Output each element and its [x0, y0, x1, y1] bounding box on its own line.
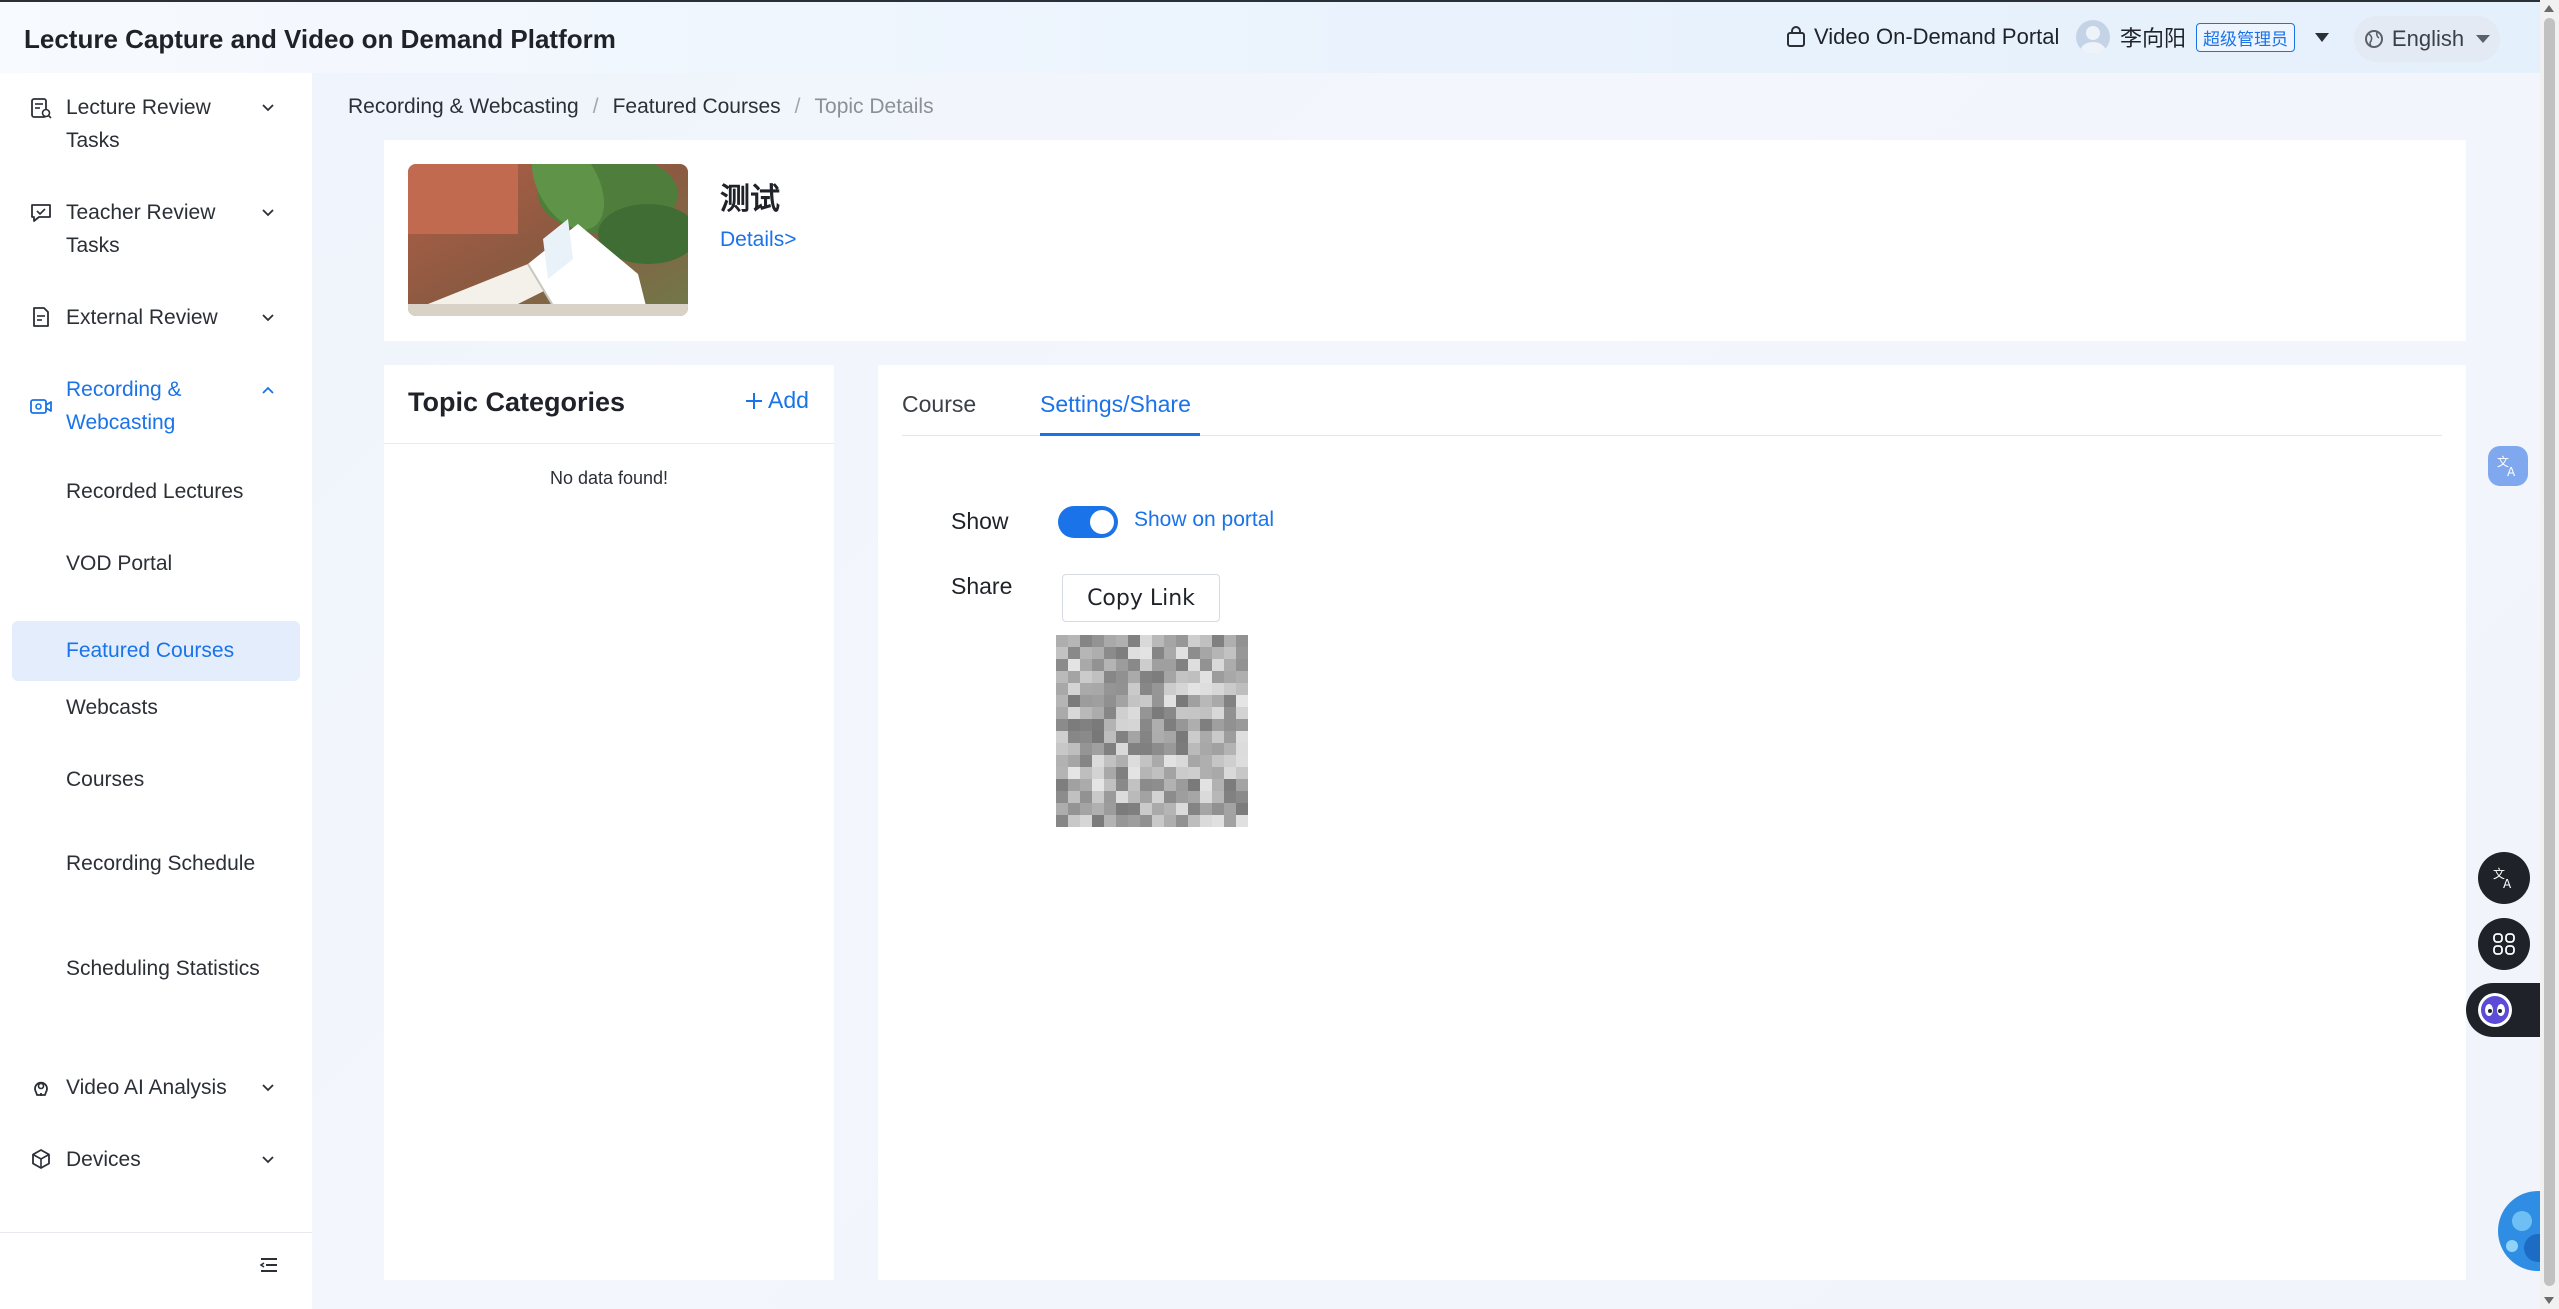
- user-dropdown-caret-icon[interactable]: [2315, 32, 2330, 42]
- ai-assistant-button[interactable]: [2466, 983, 2540, 1037]
- sidebar-subitem-label: Webcasts: [66, 696, 158, 719]
- sidebar-subitem-label: Courses: [66, 768, 145, 791]
- language-selector[interactable]: English: [2354, 16, 2500, 62]
- chevron-up-icon: [262, 386, 274, 394]
- breadcrumb-recording-webcasting[interactable]: Recording & Webcasting: [348, 95, 579, 119]
- add-category-button[interactable]: Add: [744, 387, 809, 414]
- svg-text:A: A: [2503, 877, 2512, 891]
- chevron-down-icon: [262, 104, 274, 112]
- sidebar-item-devices[interactable]: Devices: [0, 1143, 312, 1176]
- document-icon: [33, 307, 49, 327]
- page-scrollbar[interactable]: [2540, 0, 2559, 1309]
- sidebar: Lecture Review Tasks Teacher Review Task…: [0, 73, 312, 1309]
- avatar: [2076, 20, 2110, 54]
- categories-title: Topic Categories: [408, 387, 626, 417]
- portal-bag-icon: [1787, 26, 1805, 47]
- show-on-portal-text: Show on portal: [1134, 508, 1275, 531]
- scroll-down-arrow-icon[interactable]: [2544, 1297, 2554, 1304]
- sidebar-subitem-vod-portal[interactable]: VOD Portal: [12, 534, 300, 594]
- tab-course[interactable]: Course: [902, 391, 976, 418]
- sidebar-item-label: Devices: [66, 1148, 141, 1171]
- tab-settings-share[interactable]: Settings/Share: [1040, 391, 1191, 418]
- translate-icon: 文 A: [2497, 454, 2516, 479]
- sidebar-subitem-courses[interactable]: Courses: [12, 750, 300, 810]
- sidebar-subitem-label: Featured Courses: [66, 639, 235, 662]
- globe-icon: [2364, 30, 2383, 48]
- role-badge: 超级管理员: [2196, 22, 2296, 52]
- topic-header-card: 测试 Details>: [384, 140, 2466, 341]
- show-on-portal-toggle[interactable]: [1058, 506, 1118, 538]
- translate-icon: 文 A: [2493, 866, 2512, 891]
- sidebar-subitem-featured-courses[interactable]: Featured Courses: [12, 621, 300, 681]
- sidebar-subitem-label: Recording Schedule: [66, 852, 256, 875]
- copy-link-button[interactable]: Copy Link: [1062, 574, 1220, 622]
- sidebar-item-lecture-review-tasks[interactable]: Lecture Review Tasks: [0, 91, 312, 157]
- topic-cover-image: [408, 164, 688, 316]
- cube-icon: [32, 1149, 50, 1169]
- svg-text:A: A: [2507, 465, 2516, 479]
- user-menu[interactable]: 李向阳 超级管理员: [2076, 20, 2330, 54]
- sidebar-item-recording-webcasting[interactable]: Recording & Webcasting: [0, 373, 312, 439]
- sidebar-item-label: External Review: [66, 306, 218, 329]
- chevron-down-icon: [262, 1156, 274, 1164]
- translate-float-button[interactable]: 文 A: [2488, 446, 2528, 486]
- add-category-label: Add: [768, 387, 809, 413]
- sidebar-item-label: Video AI Analysis: [66, 1076, 227, 1099]
- sidebar-subitem-label: Recorded Lectures: [66, 480, 244, 503]
- sidebar-subitem-recorded-lectures[interactable]: Recorded Lectures: [12, 462, 300, 522]
- scrollbar-thumb[interactable]: [2544, 18, 2555, 1286]
- camera-icon: [30, 399, 52, 414]
- sidebar-subitem-recording-schedule[interactable]: Recording Schedule: [12, 839, 300, 919]
- show-label: Show: [951, 508, 1009, 534]
- breadcrumb-separator: /: [592, 95, 599, 118]
- sidebar-item-label: Teacher Review Tasks: [66, 201, 216, 257]
- categories-divider: [384, 443, 834, 444]
- topic-settings-panel: Course Settings/Share Show Show on porta…: [878, 365, 2466, 1280]
- share-label: Share: [951, 573, 1013, 599]
- assistant-globe-icon[interactable]: [2492, 1186, 2544, 1276]
- collapse-sidebar-icon[interactable]: [258, 1254, 280, 1276]
- translate-tool-button[interactable]: 文 A: [2478, 852, 2530, 904]
- topic-details-link[interactable]: Details>: [720, 228, 796, 252]
- plus-icon: [746, 392, 762, 409]
- sidebar-item-label: Lecture Review Tasks: [66, 96, 211, 152]
- topic-categories-panel: Topic Categories Add No data found!: [384, 365, 834, 1280]
- app-title: Lecture Capture and Video on Demand Plat…: [24, 24, 616, 54]
- sidebar-divider: [0, 1232, 312, 1233]
- sidebar-subitem-label: VOD Portal: [66, 552, 173, 575]
- language-caret-icon: [2476, 35, 2491, 43]
- sidebar-item-teacher-review-tasks[interactable]: Teacher Review Tasks: [0, 196, 312, 262]
- sidebar-item-label: Recording & Webcasting: [66, 378, 182, 434]
- sidebar-subitem-label: Scheduling Statistics: [66, 957, 260, 980]
- categories-empty-text: No data found!: [549, 468, 669, 488]
- portal-link-label: Video On-Demand Portal: [1814, 24, 2060, 49]
- user-name: 李向阳: [2120, 26, 2187, 51]
- top-bar: Lecture Capture and Video on Demand Plat…: [0, 0, 2540, 73]
- breadcrumb: Recording & Webcasting / Featured Course…: [348, 95, 934, 119]
- sidebar-subitem-scheduling-statistics[interactable]: Scheduling Statistics: [12, 944, 300, 1024]
- breadcrumb-separator: /: [794, 95, 801, 118]
- chevron-down-icon: [262, 209, 274, 217]
- scroll-up-arrow-icon[interactable]: [2544, 5, 2554, 12]
- apps-tool-button[interactable]: [2478, 918, 2530, 970]
- topic-title: 测试: [720, 183, 780, 216]
- active-tab-indicator: [1040, 433, 1200, 436]
- chevron-down-icon: [262, 314, 274, 322]
- sidebar-item-external-review[interactable]: External Review: [0, 301, 312, 334]
- chat-check-icon: [31, 204, 51, 222]
- breadcrumb-featured-courses[interactable]: Featured Courses: [613, 95, 781, 119]
- language-label: English: [2391, 26, 2465, 51]
- robot-face-icon: [2478, 993, 2512, 1027]
- sidebar-item-video-ai-analysis[interactable]: Video AI Analysis: [0, 1071, 312, 1104]
- share-qr-code: [1056, 635, 1248, 827]
- review-task-icon: [31, 98, 52, 119]
- chevron-down-icon: [262, 1084, 274, 1092]
- breadcrumb-current: Topic Details: [814, 95, 934, 118]
- sidebar-subitem-webcasts[interactable]: Webcasts: [12, 678, 300, 738]
- vod-portal-link[interactable]: Video On-Demand Portal: [1786, 24, 2059, 50]
- apps-grid-icon: [2493, 933, 2515, 955]
- ai-brain-icon: [34, 1081, 48, 1096]
